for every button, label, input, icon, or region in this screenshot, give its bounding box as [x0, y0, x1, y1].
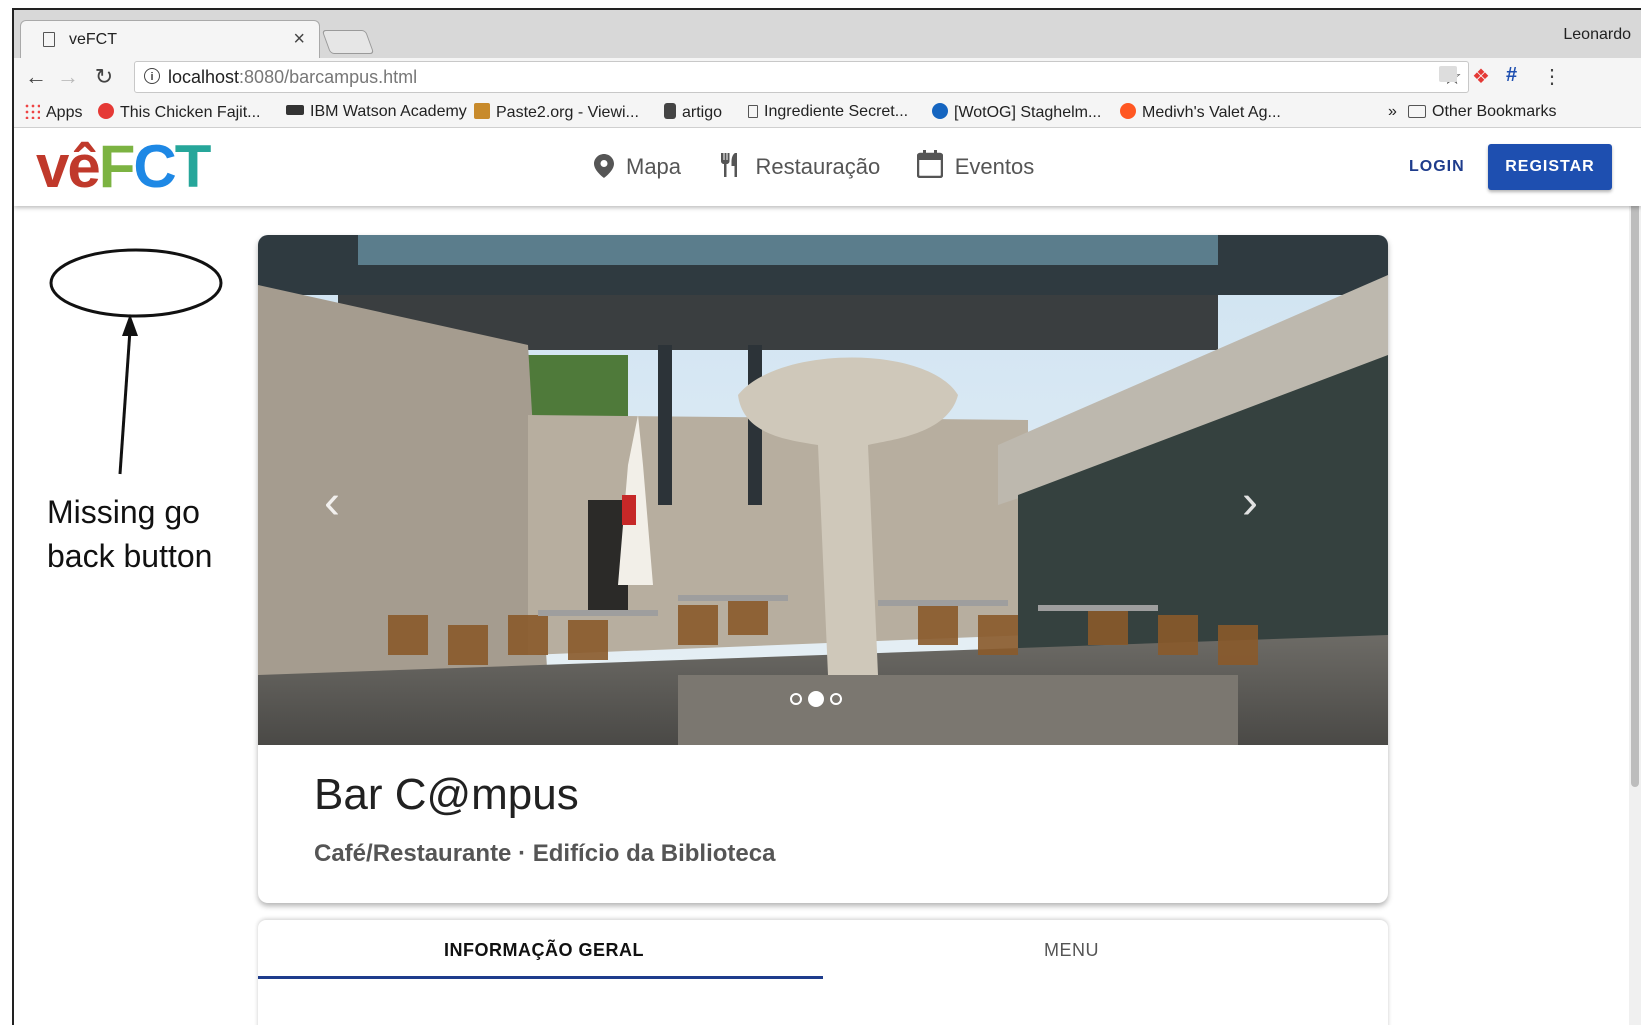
browser-tab[interactable]: veFCT × — [20, 20, 320, 58]
bookmark-item[interactable]: [WotOG] Staghelm... — [932, 103, 1101, 122]
tab-informacao-geral[interactable]: INFORMAÇÃO GERAL — [444, 940, 644, 961]
bookmark-item[interactable]: Paste2.org - Viewi... — [474, 103, 639, 122]
photo-carousel[interactable]: ‹ › — [258, 235, 1388, 745]
close-tab-icon[interactable]: × — [293, 28, 305, 51]
grid-extension-icon[interactable]: # — [1506, 64, 1517, 87]
place-subtitle: Café/Restaurante · Edifício da Bibliotec… — [314, 840, 776, 867]
reload-icon[interactable]: ↻ — [90, 64, 118, 90]
nav-mapa[interactable]: Mapa — [594, 154, 681, 180]
annotation-note: Missing go back button — [47, 494, 213, 574]
info-tabs: INFORMAÇÃO GERAL MENU — [258, 920, 1388, 1025]
new-tab-button[interactable] — [321, 30, 375, 54]
main-nav: Mapa Restauração Eventos — [594, 150, 1066, 180]
folder-icon — [1408, 105, 1426, 118]
place-card: ‹ › Bar C@mpus Café/Restaurante · Edifíc… — [258, 235, 1388, 903]
nav-eventos[interactable]: Eventos — [916, 150, 1034, 180]
carousel-photo — [258, 235, 1388, 745]
apps-grid-icon — [24, 103, 40, 119]
bookmarks-overflow[interactable]: » — [1388, 103, 1397, 121]
carousel-indicators — [790, 690, 848, 708]
carousel-dot-active[interactable] — [808, 690, 824, 707]
url-text[interactable]: localhost:8080/barcampus.html — [168, 67, 417, 88]
bookmarks-bar: Apps This Chicken Fajit... IBM Watson Ac… — [14, 98, 1641, 128]
art-icon — [664, 103, 676, 119]
url-host: localhost — [168, 67, 240, 87]
forward-arrow-icon[interactable]: → — [54, 64, 82, 90]
fork-knife-icon — [720, 153, 737, 177]
scrollbar-thumb[interactable] — [1631, 132, 1639, 787]
other-bookmarks[interactable]: Other Bookmarks — [1408, 103, 1556, 121]
carousel-dot[interactable] — [830, 692, 842, 705]
recipe-icon — [98, 103, 114, 119]
carousel-next-icon[interactable]: › — [1242, 475, 1258, 530]
url-path: :8080/barcampus.html — [239, 67, 418, 87]
address-bar[interactable]: i localhost:8080/barcampus.html ☆ — [134, 61, 1469, 93]
calendar-icon — [916, 150, 943, 179]
bookmark-apps[interactable]: Apps — [24, 103, 82, 122]
active-tab-indicator — [258, 976, 823, 979]
reddit-icon — [1120, 103, 1136, 119]
back-arrow-icon[interactable]: ← — [22, 64, 50, 90]
browser-toolbar: ← → ↻ i localhost:8080/barcampus.html ☆ … — [14, 58, 1641, 98]
web-page: vêFCT Mapa Restauração Eventos LOGIN REG… — [14, 128, 1641, 1025]
extension-icon[interactable] — [1439, 66, 1457, 82]
clipboard-icon — [474, 103, 490, 119]
bookmark-item[interactable]: artigo — [664, 103, 722, 122]
ibm-icon — [286, 105, 304, 115]
bookmark-item[interactable]: Ingrediente Secret... — [748, 103, 908, 121]
menu-dots-icon[interactable]: ⋮ — [1542, 64, 1562, 89]
tab-menu[interactable]: MENU — [1044, 940, 1099, 961]
tab-title: veFCT — [69, 31, 117, 48]
page-icon — [43, 32, 55, 47]
bookmark-item[interactable]: This Chicken Fajit... — [98, 103, 260, 122]
nav-restauracao[interactable]: Restauração — [718, 152, 880, 180]
place-name: Bar C@mpus — [314, 770, 579, 819]
bookmark-item[interactable]: Medivh's Valet Ag... — [1120, 103, 1281, 122]
annotation-ellipse — [49, 248, 223, 475]
wotog-icon — [932, 103, 948, 119]
color-picker-icon[interactable]: ❖ — [1472, 64, 1490, 89]
page-icon — [748, 105, 758, 118]
register-button[interactable]: REGISTAR — [1488, 144, 1612, 190]
page-scrollbar[interactable] — [1629, 128, 1641, 1025]
vefct-logo[interactable]: vêFCT — [36, 132, 211, 201]
login-button[interactable]: LOGIN — [1409, 158, 1465, 176]
carousel-dot[interactable] — [790, 692, 802, 705]
profile-name[interactable]: Leonardo — [1563, 26, 1631, 44]
browser-tab-strip: veFCT × Leonardo — [14, 10, 1641, 58]
info-icon[interactable]: i — [144, 68, 160, 84]
map-pin-icon — [594, 154, 614, 178]
app-bar: vêFCT Mapa Restauração Eventos LOGIN REG… — [14, 128, 1641, 206]
bookmark-item[interactable]: IBM Watson Academy — [286, 103, 467, 121]
carousel-prev-icon[interactable]: ‹ — [324, 475, 340, 530]
